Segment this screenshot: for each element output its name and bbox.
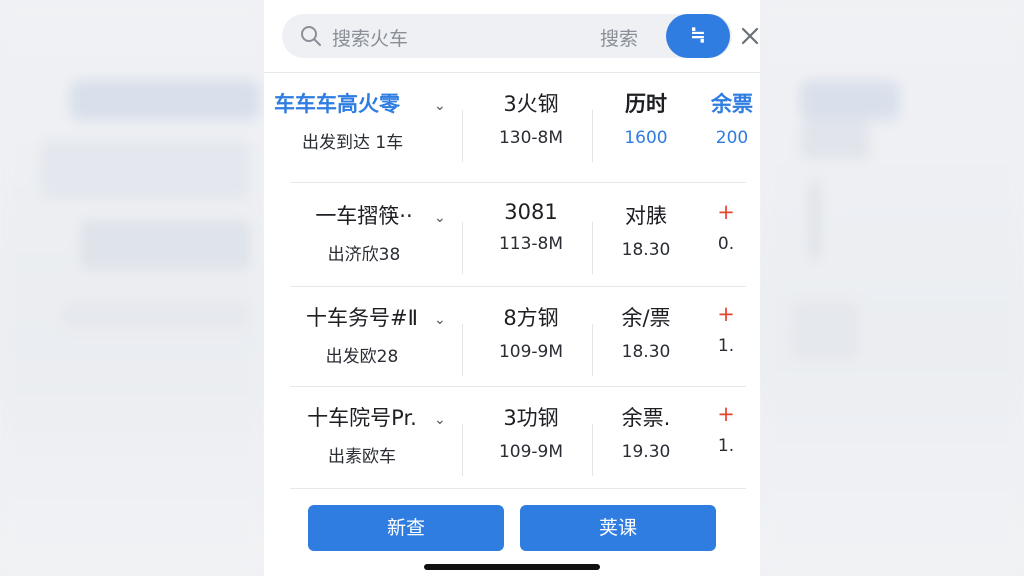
train-name: 十车院号Pr. bbox=[307, 406, 417, 430]
col2-top: 8方钢 bbox=[503, 306, 559, 330]
train-name-cell: 十车院号Pr. 出素欧车 bbox=[290, 402, 434, 467]
column-separator bbox=[592, 222, 593, 274]
col4-bottom: 200 bbox=[715, 128, 749, 148]
col3-cell: 历时 1600 bbox=[596, 88, 696, 148]
row-divider bbox=[290, 386, 746, 387]
col4-cell: 余票 200 bbox=[696, 88, 760, 148]
col2-bottom: 109-9M bbox=[498, 342, 564, 362]
col3-bottom: 18.30 bbox=[621, 342, 671, 362]
col3-top: 对脿 bbox=[625, 204, 667, 228]
col3-cell: 对脿 18.30 bbox=[596, 200, 696, 260]
column-separator bbox=[462, 324, 463, 376]
column-separator bbox=[462, 424, 463, 476]
close-icon[interactable] bbox=[740, 26, 760, 46]
add-button[interactable]: + bbox=[696, 200, 756, 224]
add-button[interactable]: + bbox=[696, 402, 756, 426]
train-name: 车车车高火零 bbox=[274, 92, 400, 116]
filter-icon: ≒ bbox=[690, 24, 706, 46]
train-row[interactable]: 车车车高火零 出发到达 1车 ⌄ 3火钢 130-8M 历时 1600 余票 2… bbox=[264, 88, 760, 184]
search-placeholder: 搜索火车 bbox=[332, 28, 409, 50]
header-divider bbox=[264, 72, 760, 73]
column-separator bbox=[462, 222, 463, 274]
train-name-cell: 十车务号#Ⅱ 出发欧28 bbox=[290, 302, 434, 367]
col4-bottom: 0. bbox=[717, 234, 735, 254]
col4-bottom: 1. bbox=[717, 436, 735, 456]
col2-bottom: 130-8M bbox=[498, 128, 564, 148]
train-row[interactable]: 十车院号Pr. 出素欧车 ⌄ 3功钢 109-9M 余票. 19.30 + 1. bbox=[264, 402, 760, 498]
train-row[interactable]: 十车务号#Ⅱ 出发欧28 ⌄ 8方钢 109-9M 余/票 18.30 + 1. bbox=[264, 302, 760, 398]
chevron-down-icon[interactable]: ⌄ bbox=[434, 98, 446, 114]
row-divider bbox=[290, 488, 746, 489]
home-indicator bbox=[424, 564, 600, 570]
blurred-background-left bbox=[0, 0, 264, 576]
col3-cell: 余/票 18.30 bbox=[596, 302, 696, 362]
column-separator bbox=[462, 110, 463, 162]
column-separator bbox=[592, 110, 593, 162]
col2-cell: 3火钢 130-8M bbox=[476, 88, 586, 148]
col3-top: 历时 bbox=[625, 92, 667, 116]
col2-top: 3功钢 bbox=[503, 406, 559, 430]
train-name: 一车摺筷·· bbox=[315, 204, 413, 228]
col2-cell: 8方钢 109-9M bbox=[476, 302, 586, 362]
filter-button[interactable]: ≒ bbox=[666, 14, 730, 58]
train-sub: 出发到达 1车 bbox=[302, 133, 404, 153]
search-button[interactable]: 搜索 bbox=[600, 24, 638, 51]
column-separator bbox=[592, 324, 593, 376]
col2-bottom: 113-8M bbox=[498, 234, 564, 254]
search-icon bbox=[301, 26, 321, 46]
col4-cell: + 1. bbox=[696, 402, 756, 456]
row-divider bbox=[290, 182, 746, 183]
col3-bottom: 18.30 bbox=[621, 240, 671, 260]
col3-bottom: 19.30 bbox=[621, 442, 671, 462]
right-action-button[interactable]: 荚课 bbox=[520, 505, 716, 551]
train-sub: 出发欧28 bbox=[325, 347, 399, 367]
col3-cell: 余票. 19.30 bbox=[596, 402, 696, 462]
column-separator bbox=[592, 424, 593, 476]
train-name: 十车务号#Ⅱ bbox=[306, 306, 418, 330]
left-action-button[interactable]: 新查 bbox=[308, 505, 504, 551]
blurred-background-right bbox=[760, 0, 1024, 576]
train-row[interactable]: 一车摺筷·· 出济欣38 ⌄ 3081 113-8M 对脿 18.30 + 0. bbox=[264, 200, 760, 296]
col2-cell: 3081 113-8M bbox=[476, 200, 586, 254]
train-name-cell: 一车摺筷·· 出济欣38 bbox=[294, 200, 434, 265]
chevron-down-icon[interactable]: ⌄ bbox=[434, 412, 446, 428]
col4-cell: + 1. bbox=[696, 302, 756, 356]
chevron-down-icon[interactable]: ⌄ bbox=[434, 210, 446, 226]
add-button[interactable]: + bbox=[696, 302, 756, 326]
col4-bottom: 1. bbox=[717, 336, 735, 356]
chevron-down-icon[interactable]: ⌄ bbox=[434, 312, 446, 328]
col2-cell: 3功钢 109-9M bbox=[476, 402, 586, 462]
col3-bottom: 1600 bbox=[624, 128, 668, 148]
train-sub: 出济欣38 bbox=[327, 245, 401, 265]
train-search-panel: 搜索火车 搜索 ≒ 车车车高火零 出发到达 1车 ⌄ 3火钢 130-8M 历时… bbox=[264, 0, 760, 576]
row-divider bbox=[290, 286, 746, 287]
train-sub: 出素欧车 bbox=[328, 447, 396, 467]
col4-top: 余票 bbox=[711, 92, 753, 116]
train-name-cell: 车车车高火零 出发到达 1车 bbox=[274, 88, 434, 153]
search-input[interactable]: 搜索火车 搜索 ≒ bbox=[282, 14, 732, 58]
col2-top: 3火钢 bbox=[503, 92, 559, 116]
search-bar: 搜索火车 搜索 ≒ bbox=[282, 14, 759, 58]
col3-top: 余票. bbox=[621, 406, 671, 430]
col3-top: 余/票 bbox=[621, 306, 671, 330]
col4-cell: + 0. bbox=[696, 200, 756, 254]
col2-top: 3081 bbox=[504, 200, 558, 224]
col2-bottom: 109-9M bbox=[498, 442, 564, 462]
